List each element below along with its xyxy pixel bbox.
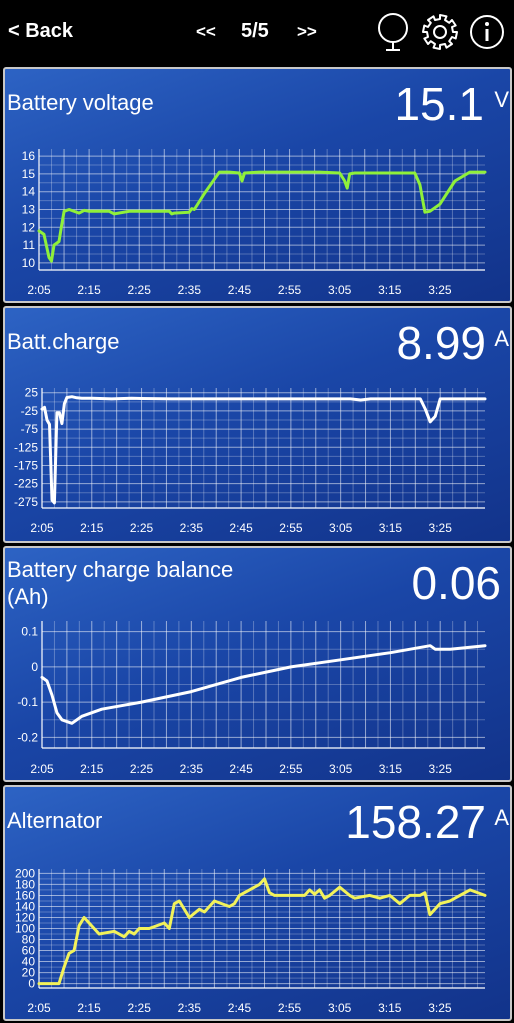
x-tick-label: 2:55 (279, 521, 303, 535)
x-tick-label: 3:15 (378, 283, 402, 297)
series-line (37, 877, 487, 986)
x-tick-label: 3:05 (329, 762, 353, 776)
battery-voltage-panel[interactable]: Battery voltage 15.1 V 16 15 14 13 12 11 10 2:0… (3, 67, 512, 303)
y-tick-label: 15 (22, 167, 36, 181)
y-tick-label: 12 (22, 220, 36, 234)
x-tick-label: 2:35 (178, 283, 202, 297)
y-tick-label: 0.1 (21, 625, 38, 639)
y-tick-label: 13 (22, 203, 36, 217)
x-tick-label: 2:15 (80, 762, 104, 776)
series-line (37, 170, 487, 263)
info-icon[interactable] (468, 12, 508, 57)
x-tick-label: 2:25 (128, 283, 152, 297)
top-toolbar: < Back << 5/5 >> (0, 0, 514, 64)
x-tick-label: 3:15 (379, 762, 403, 776)
x-tick-label: 3:15 (378, 1001, 402, 1015)
battery-voltage-chart: 16 15 14 13 12 11 10 2:05 2:15 2:25 2:35 2:45 2:55 3:… (22, 149, 487, 297)
x-tick-label: 2:35 (180, 521, 204, 535)
alternator-chart: 2001801601401201008060402002:05 2:15 2:25 2… (15, 866, 487, 1015)
x-tick-label: 2:55 (278, 283, 302, 297)
y-tick-label: -275 (14, 495, 38, 509)
batt-charge-panel[interactable]: Batt.charge 8.99 A 25 -25 -75 -125 -175 -225-… (3, 306, 512, 543)
x-tick-label: 3:25 (428, 1001, 452, 1015)
previous-page-button[interactable]: << (196, 22, 216, 42)
x-tick-label: 2:45 (228, 283, 252, 297)
x-tick-label: 3:05 (328, 283, 352, 297)
x-tick-label: 3:05 (329, 521, 353, 535)
batt-charge-chart: 25 -25 -75 -125 -175 -225 -275 2:05 2:15 2:25 2:35… (14, 386, 487, 535)
x-tick-label: 2:25 (130, 762, 154, 776)
next-page-button[interactable]: >> (297, 22, 317, 42)
x-tick-label: 2:45 (228, 1001, 252, 1015)
x-tick-label: 3:25 (428, 283, 452, 297)
x-tick-label: 3:15 (379, 521, 403, 535)
y-tick-label: 0 (28, 977, 35, 991)
battery-charge-balance-panel[interactable]: Battery charge balance (Ah) 0.06 0.1 0 -0.… (3, 546, 512, 782)
back-button[interactable]: < Back (8, 20, 73, 43)
x-tick-label: 2:55 (279, 762, 303, 776)
gear-icon[interactable] (420, 12, 460, 57)
x-tick-label: 2:45 (229, 521, 253, 535)
y-tick-label: -125 (14, 440, 38, 454)
y-tick-label: -225 (14, 477, 38, 491)
y-tick-label: -25 (21, 404, 39, 418)
alternator-panel[interactable]: Alternator 158.27 A 200 180 160 140 120 100 80… (3, 785, 512, 1021)
y-tick-label: 0 (31, 660, 38, 674)
page-indicator: 5/5 (241, 20, 269, 42)
x-tick-label: 3:25 (429, 521, 453, 535)
x-tick-label: 2:35 (178, 1001, 202, 1015)
y-tick-label: 10 (22, 256, 36, 270)
x-tick-label: 2:15 (77, 283, 101, 297)
y-tick-label: 11 (23, 238, 36, 252)
x-tick-label: 2:15 (80, 521, 104, 535)
y-tick-label: 16 (22, 149, 36, 163)
x-tick-label: 2:05 (27, 283, 51, 297)
x-tick-label: 2:55 (278, 1001, 302, 1015)
battery-charge-balance-chart: 0.1 0 -0.1 -0.2 2:05 2:15 2:25 2:35 2:45 2:55 3:05… (17, 621, 487, 776)
x-tick-label: 3:25 (429, 762, 453, 776)
x-tick-label: 2:35 (180, 762, 204, 776)
x-tick-label: 2:25 (128, 1001, 152, 1015)
y-tick-label: -175 (14, 458, 38, 472)
y-tick-label: -75 (21, 422, 39, 436)
x-tick-label: 3:05 (328, 1001, 352, 1015)
x-tick-label: 2:25 (130, 521, 154, 535)
mirror-icon[interactable] (374, 12, 412, 57)
x-tick-label: 2:05 (27, 1001, 51, 1015)
x-tick-label: 2:45 (229, 762, 253, 776)
x-tick-label: 2:15 (77, 1001, 101, 1015)
y-tick-label: -0.2 (17, 730, 38, 744)
y-tick-label: 25 (25, 386, 39, 400)
series-line (40, 395, 487, 505)
y-tick-label: -0.1 (17, 695, 38, 709)
x-tick-label: 2:05 (30, 762, 54, 776)
x-tick-label: 2:05 (30, 521, 54, 535)
y-tick-label: 14 (22, 185, 36, 199)
